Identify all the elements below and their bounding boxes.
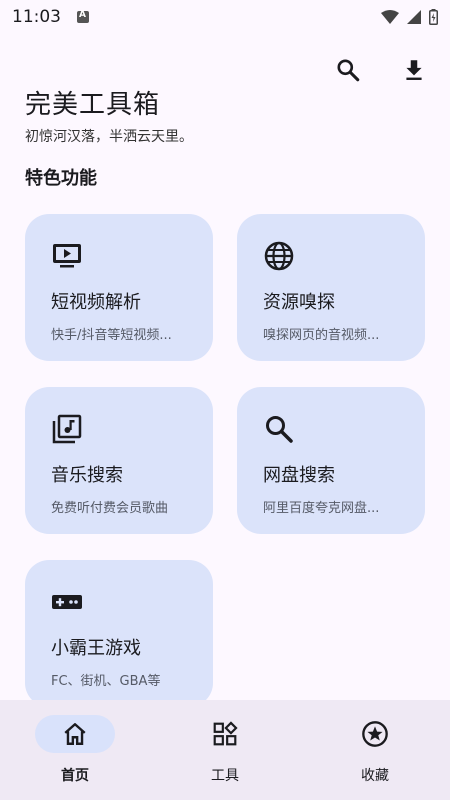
nav-label: 首页 <box>61 768 89 784</box>
card-short-video-parse[interactable]: 短视频解析 快手/抖音等短视频... <box>25 214 213 361</box>
nav-item-favorites[interactable]: 收藏 <box>300 700 450 800</box>
gamepad-icon <box>51 586 83 618</box>
card-desc: 免费听付费会员歌曲 <box>51 501 169 516</box>
card-desc: 阿里百度夸克网盘... <box>263 501 380 516</box>
status-time: 11:03 <box>12 7 61 27</box>
app-title: 完美工具箱 <box>25 90 161 120</box>
search-icon <box>337 59 360 82</box>
download-button[interactable] <box>398 54 430 86</box>
card-title: 音乐搜索 <box>51 465 123 486</box>
nav-label: 工具 <box>211 768 239 784</box>
card-title: 资源嗅探 <box>263 292 335 313</box>
status-bar: 11:03 <box>0 0 450 34</box>
card-title: 短视频解析 <box>51 292 141 313</box>
search-icon <box>263 413 295 445</box>
card-netdisk-search[interactable]: 网盘搜索 阿里百度夸克网盘... <box>237 387 425 534</box>
notification-icon <box>77 10 89 23</box>
nav-icon-wrap <box>185 715 265 753</box>
card-nes-games[interactable]: 小霸王游戏 FC、街机、GBA等 <box>25 560 213 707</box>
top-actions <box>332 54 430 86</box>
card-desc: 快手/抖音等短视频... <box>51 328 172 343</box>
card-desc: 嗅探网页的音视频... <box>263 328 380 343</box>
card-desc: FC、街机、GBA等 <box>51 674 161 689</box>
bottom-nav: 首页 工具 收藏 <box>0 700 450 800</box>
search-button[interactable] <box>332 54 364 86</box>
download-icon <box>406 60 422 80</box>
star-badge-icon <box>362 721 388 747</box>
music-library-icon <box>51 413 83 445</box>
home-icon <box>64 723 86 745</box>
widgets-icon <box>213 721 238 746</box>
card-title: 小霸王游戏 <box>51 638 141 659</box>
tv-play-icon <box>51 240 83 272</box>
battery-icon <box>429 9 438 25</box>
card-music-search[interactable]: 音乐搜索 免费听付费会员歌曲 <box>25 387 213 534</box>
card-resource-sniff[interactable]: 资源嗅探 嗅探网页的音视频... <box>237 214 425 361</box>
card-title: 网盘搜索 <box>263 465 335 486</box>
nav-item-home[interactable]: 首页 <box>0 700 150 800</box>
nav-icon-wrap <box>335 715 415 753</box>
nav-icon-wrap <box>35 715 115 753</box>
nav-item-tools[interactable]: 工具 <box>150 700 300 800</box>
app-subtitle: 初惊河汉落，半洒云天里。 <box>25 129 193 145</box>
signal-icon <box>407 10 421 24</box>
globe-icon <box>263 240 295 272</box>
nav-label: 收藏 <box>361 768 389 784</box>
wifi-icon <box>381 10 399 24</box>
section-title: 特色功能 <box>25 168 97 189</box>
